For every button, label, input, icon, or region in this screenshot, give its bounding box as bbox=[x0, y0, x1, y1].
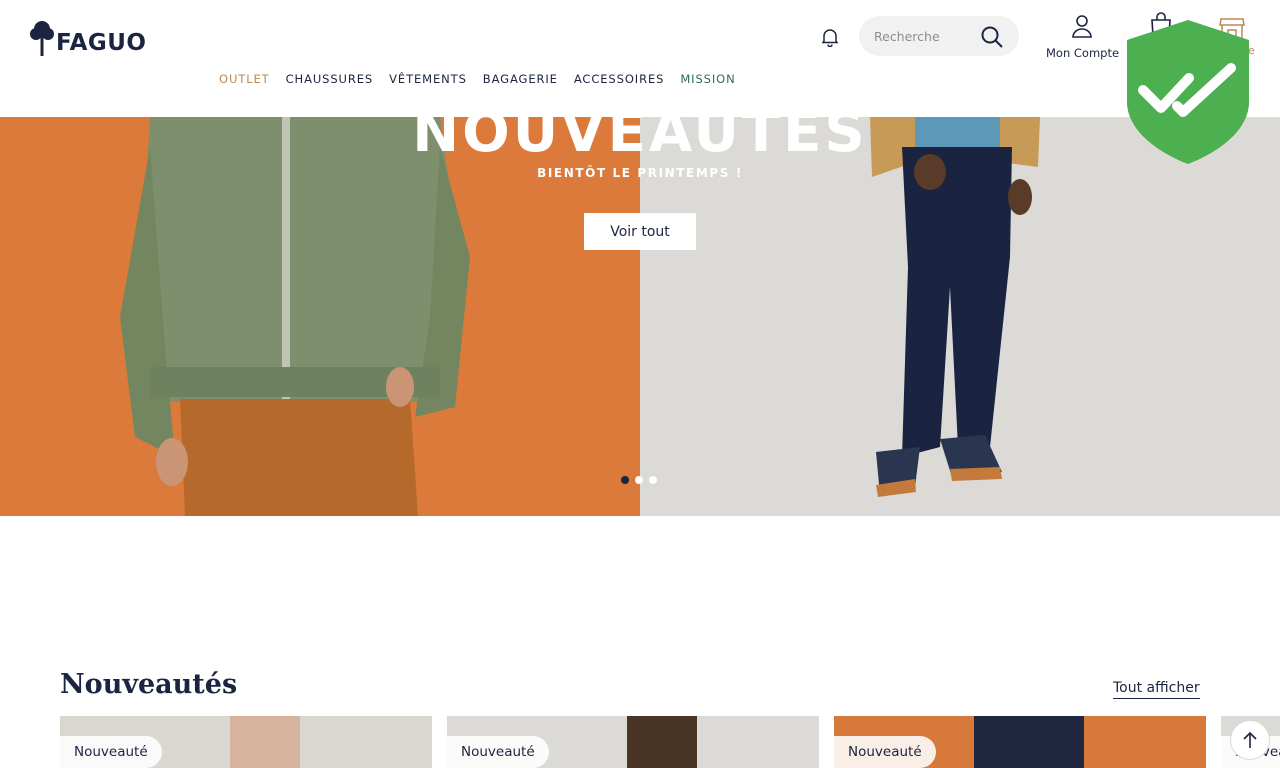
brand-name: FAGUO bbox=[56, 30, 147, 56]
shield-check-icon bbox=[1127, 20, 1249, 168]
carousel-dot-3[interactable] bbox=[649, 476, 657, 484]
nav-item-chaussures[interactable]: CHAUSSURES bbox=[286, 72, 374, 86]
nav-item-vetements[interactable]: VÊTEMENTS bbox=[389, 72, 467, 86]
see-all-link[interactable]: Tout afficher bbox=[1113, 680, 1200, 699]
user-icon bbox=[1072, 15, 1092, 38]
hero-title: NOUVEAUTÉS bbox=[412, 117, 868, 165]
product-card[interactable]: Nouveauté bbox=[447, 716, 819, 768]
scroll-to-top-button[interactable] bbox=[1230, 720, 1270, 760]
tree-icon bbox=[30, 21, 54, 56]
product-card[interactable]: Nouveauté bbox=[60, 716, 432, 768]
product-card[interactable]: Nouveauté bbox=[834, 716, 1206, 768]
site-header: FAGUO OUTLET CHAUSSURES VÊTEMENTS BAGAGE… bbox=[0, 0, 1280, 117]
carousel-dot-1[interactable] bbox=[621, 476, 629, 484]
search-input[interactable]: Recherche bbox=[874, 29, 940, 44]
search-bar[interactable]: Recherche bbox=[859, 16, 1019, 56]
nav-item-accessoires[interactable]: ACCESSOIRES bbox=[574, 72, 665, 86]
new-badge: Nouveauté bbox=[447, 736, 549, 768]
carousel-dots bbox=[621, 476, 657, 484]
account-label: Mon Compte bbox=[1046, 46, 1120, 60]
main-nav: OUTLET CHAUSSURES VÊTEMENTS BAGAGERIE AC… bbox=[219, 72, 736, 86]
bell-icon[interactable] bbox=[820, 27, 840, 51]
new-badge: Nouveauté bbox=[834, 736, 936, 768]
nav-item-outlet[interactable]: OUTLET bbox=[219, 72, 270, 86]
hero-banner: NOUVEAUTÉS BIENTÔT LE PRINTEMPS ! Voir t… bbox=[0, 117, 1280, 516]
brand-logo[interactable]: FAGUO bbox=[30, 20, 146, 56]
new-badge: Nouveauté bbox=[60, 736, 162, 768]
search-icon[interactable] bbox=[980, 25, 1004, 53]
nav-item-mission[interactable]: MISSION bbox=[680, 72, 735, 86]
nav-item-bagagerie[interactable]: BAGAGERIE bbox=[483, 72, 558, 86]
account-link[interactable]: Mon Compte bbox=[1046, 14, 1120, 60]
see-all-hero-button[interactable]: Voir tout bbox=[584, 213, 696, 250]
arrow-up-icon bbox=[1243, 731, 1257, 748]
section-title: Nouveautés bbox=[60, 669, 238, 700]
hero-subtitle: BIENTÔT LE PRINTEMPS ! bbox=[537, 166, 743, 180]
carousel-dot-2[interactable] bbox=[635, 476, 643, 484]
